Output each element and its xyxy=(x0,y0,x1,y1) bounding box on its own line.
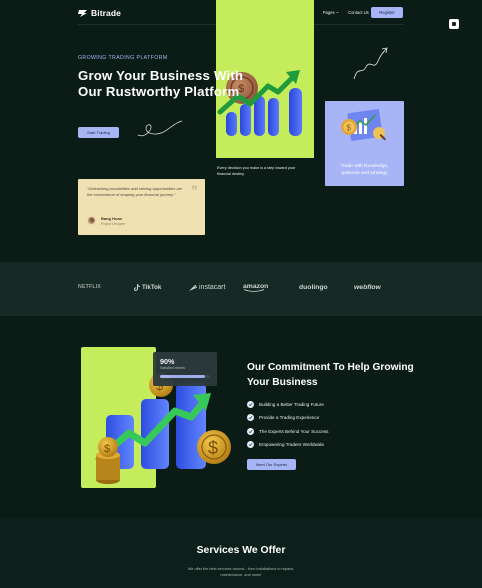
partner-logo-tiktok: TikTok xyxy=(134,284,161,291)
partner-logo-amazon: amazon xyxy=(243,283,268,292)
tiktok-icon xyxy=(134,284,140,291)
check-icon xyxy=(247,441,254,449)
services-title: Services We Offer xyxy=(196,545,286,556)
widget-toggle-button[interactable] xyxy=(449,19,459,29)
widget-icon xyxy=(452,22,456,26)
partner-logo-webflow: webflow xyxy=(354,284,381,291)
hero-title: Grow Your Business With Our Rustworthy P… xyxy=(78,68,244,99)
avatar xyxy=(87,216,96,225)
services-subtitle: We offer the best services around - from… xyxy=(187,567,295,577)
partner-logo-duolingo: duolingo xyxy=(299,284,328,291)
partner-name: NETFLIX xyxy=(78,284,102,290)
stat-progress-fill xyxy=(160,375,205,378)
growth-card-note: Every decision you make is a step toward… xyxy=(217,166,296,176)
partner-logo-instacart: instacart xyxy=(189,284,225,291)
brand-logo[interactable]: Bitrade xyxy=(78,8,121,18)
start-trading-button[interactable]: Start Trading xyxy=(78,127,119,138)
nav-item-pages[interactable]: Pages xyxy=(323,10,339,15)
nav-item-contact[interactable]: Contact Us xyxy=(348,10,369,15)
check-icon xyxy=(247,427,254,435)
list-item: Empowering Traders Worldwide xyxy=(247,438,328,451)
list-item: The Experts Behind Your Success xyxy=(247,425,328,438)
commitment-title: Our Commitment To Help Growing Your Busi… xyxy=(247,362,414,388)
brand-name: Bitrade xyxy=(91,8,121,18)
list-item-label: Provide a Trading Experience xyxy=(259,415,320,421)
carrot-icon xyxy=(189,284,197,291)
svg-text:$: $ xyxy=(347,124,352,133)
arrow-doodle-decoration xyxy=(353,47,388,80)
partner-name: webflow xyxy=(354,284,381,291)
trading-board-illustration: $ xyxy=(341,109,386,141)
hero-eyebrow: GROWING TRADING PLATFORM xyxy=(78,55,168,61)
stat-value: 90% xyxy=(160,357,175,366)
testimonial-author-name: Bang Huan xyxy=(101,216,123,221)
partner-logos-strip xyxy=(0,262,482,316)
testimonial-author-role: Project Designer xyxy=(101,222,126,226)
amazon-smile-icon xyxy=(243,289,265,292)
list-item: Building a Better Trading Future xyxy=(247,398,328,411)
commitment-list: Building a Better Trading Future Provide… xyxy=(247,398,328,451)
testimonial-quote: "Unleashing possibilities and seizing op… xyxy=(87,186,183,198)
partner-name: duolingo xyxy=(299,284,328,291)
hero-knowledge-card: $ Trade with knowledge, patience and str… xyxy=(325,101,404,186)
list-item-label: Empowering Traders Worldwide xyxy=(259,442,325,448)
svg-text:$: $ xyxy=(104,443,110,455)
partner-name: instacart xyxy=(199,284,226,291)
list-item-label: Building a Better Trading Future xyxy=(259,402,324,408)
quote-mark-icon: ❞ xyxy=(191,184,198,199)
knowledge-card-text: Trade with knowledge, patience and strat… xyxy=(340,164,389,176)
register-button[interactable]: Register xyxy=(371,7,403,18)
meet-experts-button[interactable]: Meet Our Experts xyxy=(247,459,296,470)
scribble-decoration xyxy=(137,120,183,137)
stat-progress-bar xyxy=(160,375,210,378)
list-item-label: The Experts Behind Your Success xyxy=(259,428,329,434)
testimonial-card: "Unleashing possibilities and seizing op… xyxy=(78,179,205,235)
nav-item-label: Contact Us xyxy=(348,10,369,15)
check-icon xyxy=(247,414,254,422)
stat-label: Satisfied clients xyxy=(160,366,185,370)
list-item: Provide a Trading Experience xyxy=(247,411,328,424)
partner-logo-netflix: NETFLIX xyxy=(78,284,101,290)
satisfaction-stat-card: 90% Satisfied clients xyxy=(153,352,217,386)
svg-text:$: $ xyxy=(208,438,218,458)
nav-item-label: Pages xyxy=(322,10,335,15)
check-icon xyxy=(247,401,254,409)
logo-icon xyxy=(78,9,88,17)
chevron-down-icon xyxy=(336,11,339,14)
partner-name: TikTok xyxy=(142,284,162,291)
